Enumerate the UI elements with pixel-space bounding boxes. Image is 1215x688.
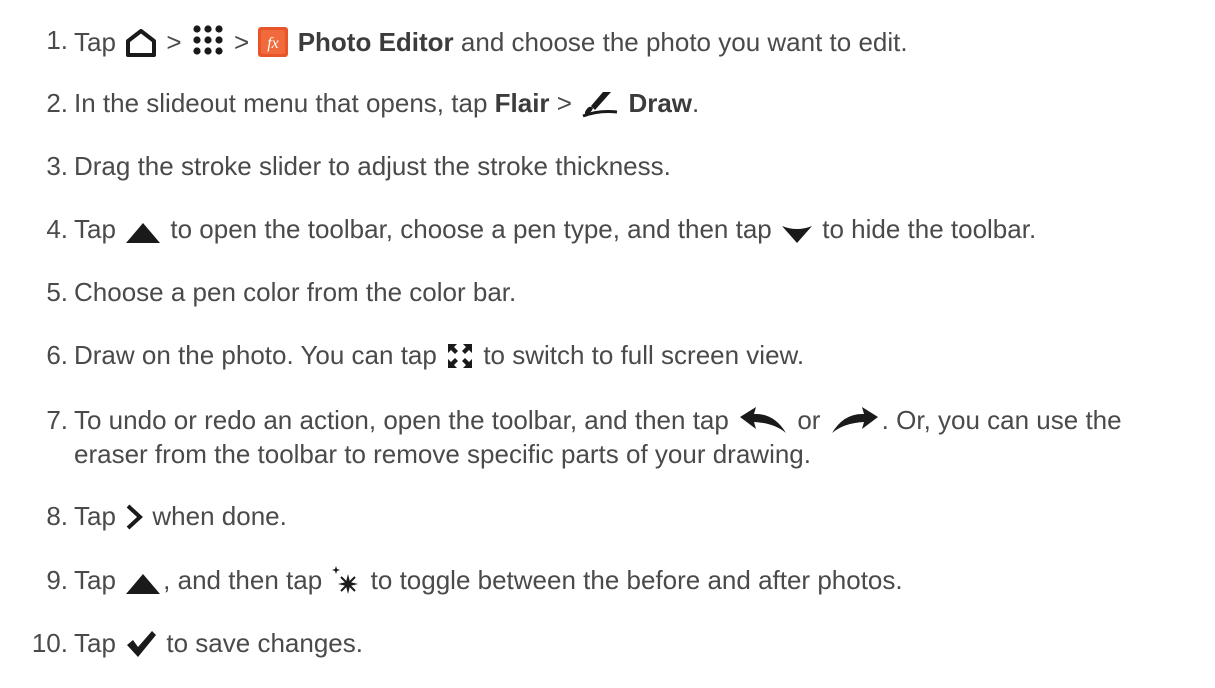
step-text-part: or <box>797 405 821 435</box>
step-text-part: Tap <box>74 501 116 531</box>
step-number: 9. <box>46 565 68 595</box>
step-text: Tap to save changes. <box>74 626 363 660</box>
draw-brush-icon <box>581 90 619 118</box>
step-number: 4. <box>46 214 68 244</box>
step-text: In the slideout menu that opens, tap Fla… <box>74 86 699 120</box>
redo-icon <box>830 407 880 435</box>
step-text-part: to open the toolbar, choose a pen type, … <box>170 214 772 244</box>
step-text-part: to switch to full screen view. <box>483 340 805 370</box>
sparkle-icon <box>331 565 361 595</box>
step-text-part: to save changes. <box>166 628 363 658</box>
triangle-down-icon <box>781 224 813 244</box>
step-number: 10. <box>31 628 68 658</box>
step-text-part: Tap <box>74 27 116 57</box>
step-text-part: > <box>166 27 182 57</box>
step-text: Tap , and then tap to toggle between the… <box>74 563 903 597</box>
step-text-part: > <box>234 27 250 57</box>
step-text-part: In the slideout menu that opens, tap <box>74 88 488 118</box>
step-text: Tap to open the toolbar, choose a pen ty… <box>74 212 1036 246</box>
step-text-part: . Or, you can use the <box>881 405 1122 435</box>
step-text-part: , and then tap <box>163 565 323 595</box>
step-text-part: Tap <box>74 214 116 244</box>
triangle-up-icon <box>125 222 161 244</box>
step-text-part: when done. <box>152 501 287 531</box>
step-text: To undo or redo an action, open the tool… <box>74 403 1122 471</box>
step-text-part: > <box>556 88 572 118</box>
chevron-right-icon <box>125 503 144 531</box>
photo-editor-fx-icon: fx <box>258 27 289 57</box>
svg-text:fx: fx <box>268 35 280 52</box>
step-text-part: to toggle between the before and after p… <box>370 565 903 595</box>
step-number: 5. <box>46 277 68 307</box>
step-text-part: Draw on the photo. You can tap <box>74 340 437 370</box>
step-text: Drag the stroke slider to adjust the str… <box>74 149 671 183</box>
step-text-part: . <box>692 88 700 118</box>
step-text-part: Choose a pen color from the color bar. <box>74 277 517 307</box>
apps-grid-icon <box>191 23 225 57</box>
checkmark-icon <box>125 630 157 658</box>
step-text-part: Drag the stroke slider to adjust the str… <box>74 151 671 181</box>
home-icon <box>125 29 157 57</box>
undo-icon <box>738 407 788 435</box>
instruction-steps: 1. Tap > > fx Photo Editor and choose th… <box>0 0 1215 688</box>
step-text-part: to hide the toolbar. <box>822 214 1037 244</box>
menu-item-draw: Draw <box>628 88 693 118</box>
step-number: 7. <box>46 405 68 435</box>
step-number: 2. <box>46 88 68 118</box>
triangle-up-icon <box>125 573 161 595</box>
step-text-part: To undo or redo an action, open the tool… <box>74 405 729 435</box>
step-text: Tap when done. <box>74 499 287 533</box>
step-number: 8. <box>46 501 68 531</box>
step-text-part: Tap <box>74 628 116 658</box>
step-text-part: eraser from the toolbar to remove specif… <box>74 439 811 469</box>
step-text: Draw on the photo. You can tap to switch… <box>74 338 804 372</box>
menu-name-flair: Flair <box>494 88 550 118</box>
app-name-photo-editor: Photo Editor <box>297 27 454 57</box>
step-text: Tap > > fx Photo Editor and choose the p… <box>74 23 908 59</box>
step-text: Choose a pen color from the color bar. <box>74 275 516 309</box>
step-number: 6. <box>46 340 68 370</box>
step-number: 3. <box>46 151 68 181</box>
fullscreen-icon <box>446 342 474 370</box>
step-text-part: Tap <box>74 565 116 595</box>
step-number: 1. <box>46 25 68 55</box>
step-text-part: and choose the photo you want to edit. <box>460 27 908 57</box>
